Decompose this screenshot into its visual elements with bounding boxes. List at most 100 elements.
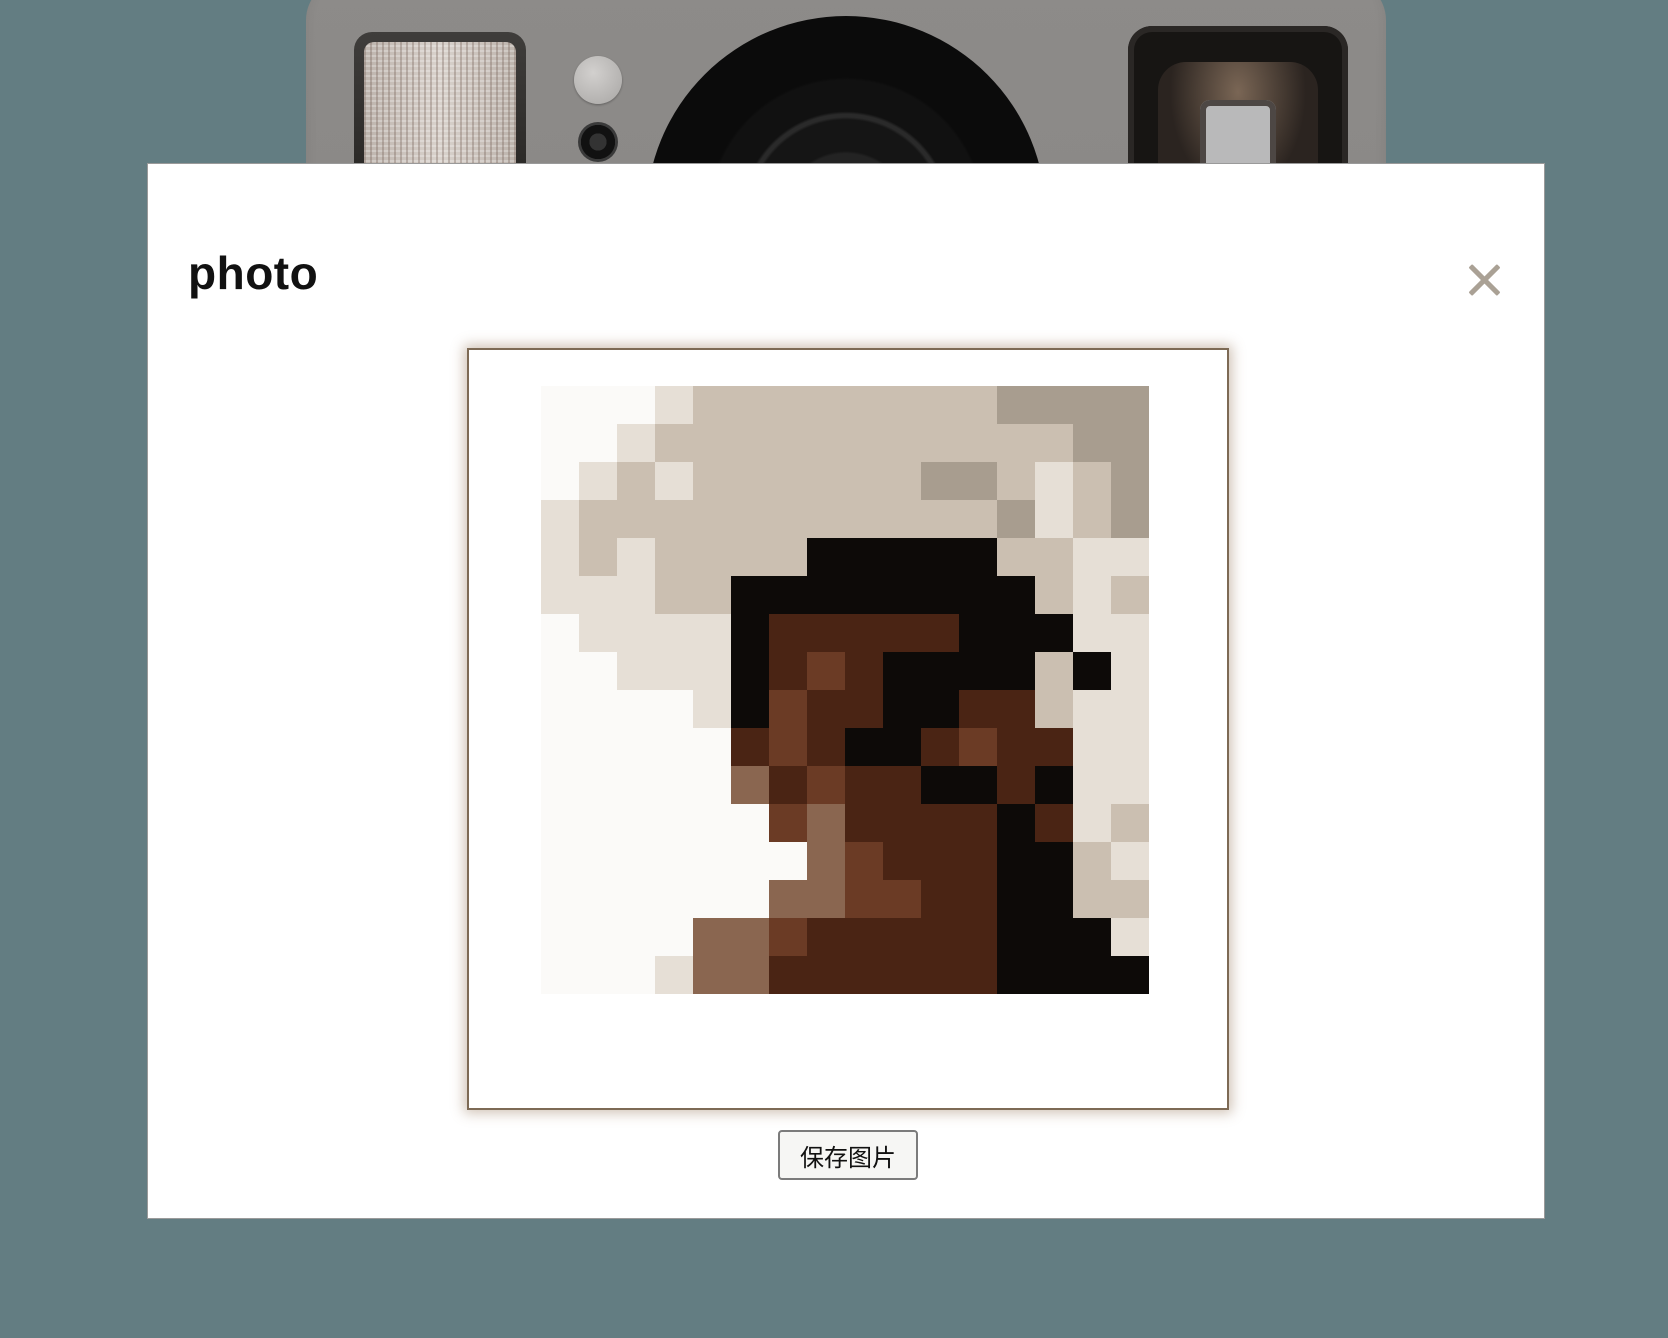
photo-pixel	[655, 500, 693, 538]
photo-pixel	[541, 538, 579, 576]
photo-pixel	[693, 386, 731, 424]
photo-pixel	[997, 462, 1035, 500]
photo-pixel	[921, 538, 959, 576]
photo-pixel	[541, 652, 579, 690]
photo-pixel	[579, 614, 617, 652]
photo-pixel	[731, 614, 769, 652]
camera-sensor-icon	[578, 122, 618, 162]
photo-pixel	[807, 424, 845, 462]
photo-pixel	[959, 424, 997, 462]
photo-pixel	[693, 614, 731, 652]
photo-pixel	[883, 462, 921, 500]
photo-pixel	[1035, 880, 1073, 918]
photo-pixel	[617, 462, 655, 500]
photo-pixel	[959, 690, 997, 728]
photo-pixel	[845, 424, 883, 462]
photo-pixel	[655, 386, 693, 424]
photo-pixel	[1073, 728, 1111, 766]
photo-pixel	[1111, 728, 1149, 766]
photo-pixel	[541, 424, 579, 462]
photo-pixel	[921, 652, 959, 690]
photo-pixel	[997, 918, 1035, 956]
photo-pixel	[1073, 918, 1111, 956]
photo-pixel	[617, 804, 655, 842]
photo-pixel	[617, 652, 655, 690]
photo-pixel	[883, 500, 921, 538]
photo-pixel	[579, 462, 617, 500]
photo-pixel	[579, 766, 617, 804]
photo-pixel	[769, 956, 807, 994]
photo-pixel	[1035, 538, 1073, 576]
photo-pixel	[845, 766, 883, 804]
photo-pixel	[541, 728, 579, 766]
photo-pixel	[617, 614, 655, 652]
photo-pixel	[845, 956, 883, 994]
photo-pixel	[959, 576, 997, 614]
photo-pixel	[1111, 614, 1149, 652]
photo-pixel	[807, 842, 845, 880]
photo-pixel	[541, 462, 579, 500]
photo-pixel	[921, 728, 959, 766]
photo-pixel	[807, 652, 845, 690]
photo-pixel	[1035, 842, 1073, 880]
photo-pixel	[731, 804, 769, 842]
photo-pixel	[1035, 918, 1073, 956]
photo-pixel	[541, 500, 579, 538]
photo-pixel	[655, 956, 693, 994]
photo-pixel	[807, 918, 845, 956]
photo-pixel	[883, 728, 921, 766]
photo-pixel	[997, 538, 1035, 576]
photo-pixel	[693, 766, 731, 804]
photo-pixel	[921, 386, 959, 424]
photo-pixel	[693, 500, 731, 538]
photo-pixel	[541, 614, 579, 652]
photo-pixel	[1073, 462, 1111, 500]
photo-pixel	[921, 462, 959, 500]
photo-pixel	[883, 538, 921, 576]
photo-pixel	[579, 538, 617, 576]
photo-pixel	[769, 766, 807, 804]
photo-pixel	[1111, 576, 1149, 614]
photo-pixel	[1073, 842, 1111, 880]
photo-pixel	[655, 842, 693, 880]
photo-pixel	[617, 386, 655, 424]
photo-pixel	[1111, 538, 1149, 576]
photo-pixel	[997, 956, 1035, 994]
photo-pixel	[731, 880, 769, 918]
photo-pixel	[921, 842, 959, 880]
photo-pixel	[845, 918, 883, 956]
photo-pixel	[807, 614, 845, 652]
photo-pixel	[769, 842, 807, 880]
photo-pixel	[921, 500, 959, 538]
photo-pixel	[807, 500, 845, 538]
photo-pixel	[959, 728, 997, 766]
photo-pixel	[655, 690, 693, 728]
photo-pixel	[617, 576, 655, 614]
photo-pixel	[1111, 880, 1149, 918]
photo-pixel	[769, 462, 807, 500]
photo-pixel	[1111, 424, 1149, 462]
photo-pixel	[997, 690, 1035, 728]
photo-pixel	[959, 918, 997, 956]
photo-pixel	[1111, 766, 1149, 804]
photo-pixel	[1111, 652, 1149, 690]
photo-pixel	[1035, 614, 1073, 652]
photo-pixel	[541, 576, 579, 614]
save-image-button[interactable]: 保存图片	[778, 1130, 918, 1180]
photo-pixel	[617, 538, 655, 576]
photo-pixel	[617, 500, 655, 538]
photo-pixel	[655, 424, 693, 462]
photo-pixel	[769, 538, 807, 576]
photo-pixel	[845, 880, 883, 918]
photo-pixel	[959, 538, 997, 576]
photo-pixel	[807, 386, 845, 424]
photo-pixel	[883, 690, 921, 728]
photo-modal: photo 保存图片	[147, 163, 1545, 1219]
modal-title: photo	[188, 247, 319, 299]
photo-pixel	[1111, 804, 1149, 842]
photo-pixel	[1073, 804, 1111, 842]
photo-pixel	[617, 880, 655, 918]
photo-pixel	[1035, 500, 1073, 538]
photo-pixel	[921, 690, 959, 728]
close-icon[interactable]	[1464, 260, 1504, 300]
